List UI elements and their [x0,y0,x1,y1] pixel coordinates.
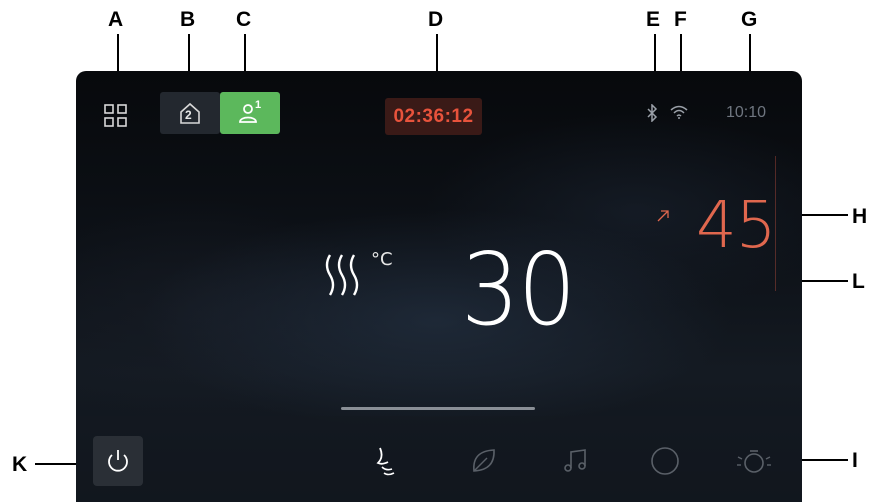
drag-handle[interactable] [341,407,535,410]
device-screen: 2 1 02:36:12 10:10 °C 30 45 [76,71,802,502]
callout-k: K [12,453,28,476]
callout-b: B [180,8,196,31]
target-temperature[interactable]: 45 [696,189,776,263]
circle-button[interactable] [645,441,685,481]
bluetooth-icon [645,103,659,127]
arrow-up-right-icon [655,208,671,229]
callout-l: L [852,270,865,293]
music-button[interactable] [556,441,596,481]
massage-jet-icon [376,447,395,476]
profile-button[interactable]: 1 [220,92,280,134]
timer-display[interactable]: 02:36:12 [385,98,482,135]
apps-menu-button[interactable] [98,98,134,134]
callout-f: F [674,8,687,31]
circle-icon [651,447,679,475]
eco-button[interactable] [464,441,504,481]
callout-d: D [428,8,444,31]
clock: 10:10 [726,104,767,121]
heating-icon [322,251,368,304]
power-button[interactable] [93,436,143,486]
light-button[interactable] [732,439,776,483]
massage-jet-button[interactable] [366,441,406,481]
wifi-icon [670,104,688,125]
temperature-unit: °C [371,249,393,270]
callout-a: A [108,8,124,31]
profile-number: 1 [255,99,262,111]
current-temperature: 30 [461,231,576,348]
power-icon [108,450,128,472]
callout-c: C [236,8,252,31]
callout-e: E [646,8,661,31]
callout-i: I [852,449,858,472]
music-note-icon [564,449,586,472]
callout-h: H [852,205,868,228]
bottom-bar [76,416,802,502]
leaf-icon [473,449,495,472]
grid-icon [104,104,127,127]
light-icon [737,450,771,473]
callout-g: G [741,8,758,31]
zone-button[interactable]: 2 [160,92,220,134]
target-temperature-slider[interactable] [775,156,776,291]
zone-number: 2 [185,108,192,122]
